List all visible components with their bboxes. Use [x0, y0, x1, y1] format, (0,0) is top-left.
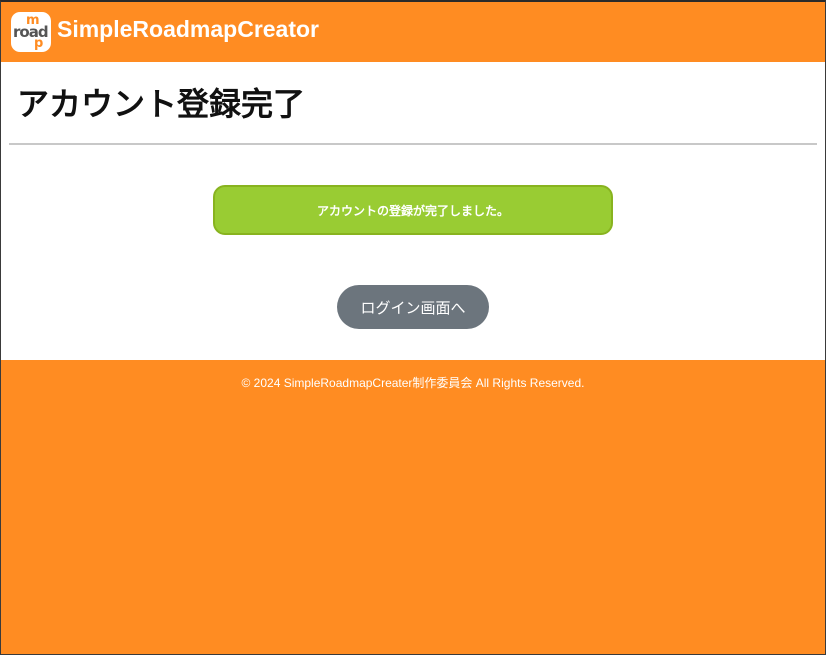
- go-to-login-button[interactable]: ログイン画面へ: [337, 285, 489, 329]
- site-header: m road p SimpleRoadmapCreator: [1, 2, 825, 62]
- main-content: アカウント登録完了 アカウントの登録が完了しました。 ログイン画面へ: [1, 62, 825, 360]
- success-alert: アカウントの登録が完了しました。: [213, 185, 613, 235]
- page-title: アカウント登録完了: [17, 85, 306, 123]
- browser-frame: m road p SimpleRoadmapCreator アカウント登録完了 …: [0, 0, 826, 655]
- copyright-text: © 2024 SimpleRoadmapCreater制作委員会 All Rig…: [241, 376, 585, 390]
- app-title[interactable]: SimpleRoadmapCreator: [57, 18, 319, 41]
- title-divider: [9, 143, 817, 145]
- site-footer: © 2024 SimpleRoadmapCreater制作委員会 All Rig…: [1, 360, 825, 654]
- app-logo[interactable]: m road p: [11, 12, 51, 52]
- logo-letter-p: p: [34, 36, 44, 51]
- success-alert-message: アカウントの登録が完了しました。: [316, 203, 509, 218]
